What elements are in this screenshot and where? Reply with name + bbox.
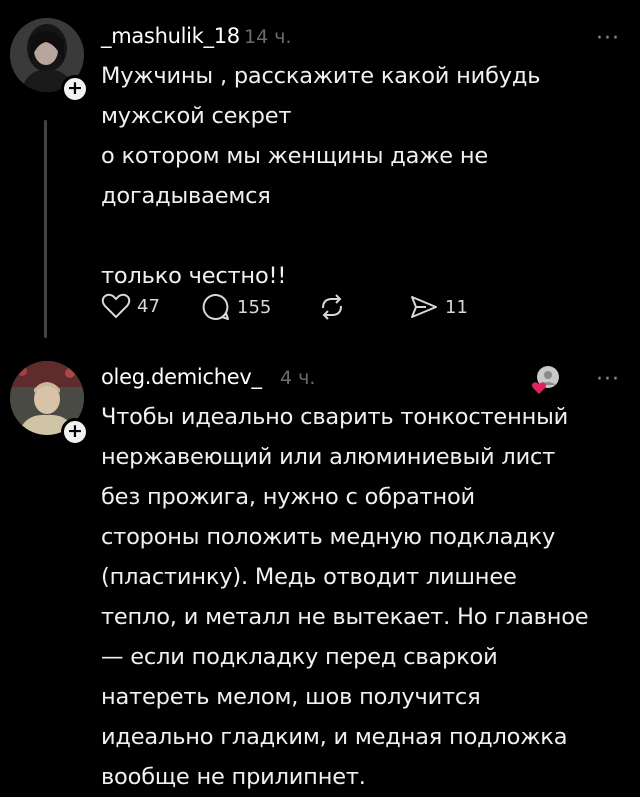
heart-icon [101,293,131,319]
like-button[interactable]: 47 [101,292,160,320]
post-mashulik: + _mashulik_18 14 ч. ··· Мужчины , расск… [0,0,640,345]
follow-plus-button[interactable]: + [61,418,89,446]
share-icon [411,296,437,318]
post-text: Мужчины , расскажите какой нибудь мужско… [101,63,541,289]
username[interactable]: _mashulik_18 [101,24,240,48]
reply-text: Чтобы идеально сварить тонкостенный нерж… [101,404,589,790]
repost-button[interactable] [317,292,347,322]
username[interactable]: oleg.demichev_ [101,365,262,389]
heart-icon [532,382,546,394]
comment-button[interactable]: 155 [201,292,271,322]
comment-icon [202,293,229,320]
thread-line [44,120,47,338]
timestamp: 14 ч. [244,26,292,48]
comment-count: 155 [237,296,272,318]
like-count: 47 [137,295,160,317]
post-oleg: + oleg.demichev_ 4 ч. ··· Чтобы идеально… [0,345,640,790]
more-options-button[interactable]: ··· [596,28,620,50]
more-options-button[interactable]: ··· [596,369,620,391]
share-button[interactable]: 11 [409,292,468,322]
repost-icon [322,294,342,320]
author-liked-badge [530,363,564,397]
timestamp: 4 ч. [280,367,316,389]
follow-plus-button[interactable]: + [61,75,89,103]
share-count: 11 [445,296,468,318]
